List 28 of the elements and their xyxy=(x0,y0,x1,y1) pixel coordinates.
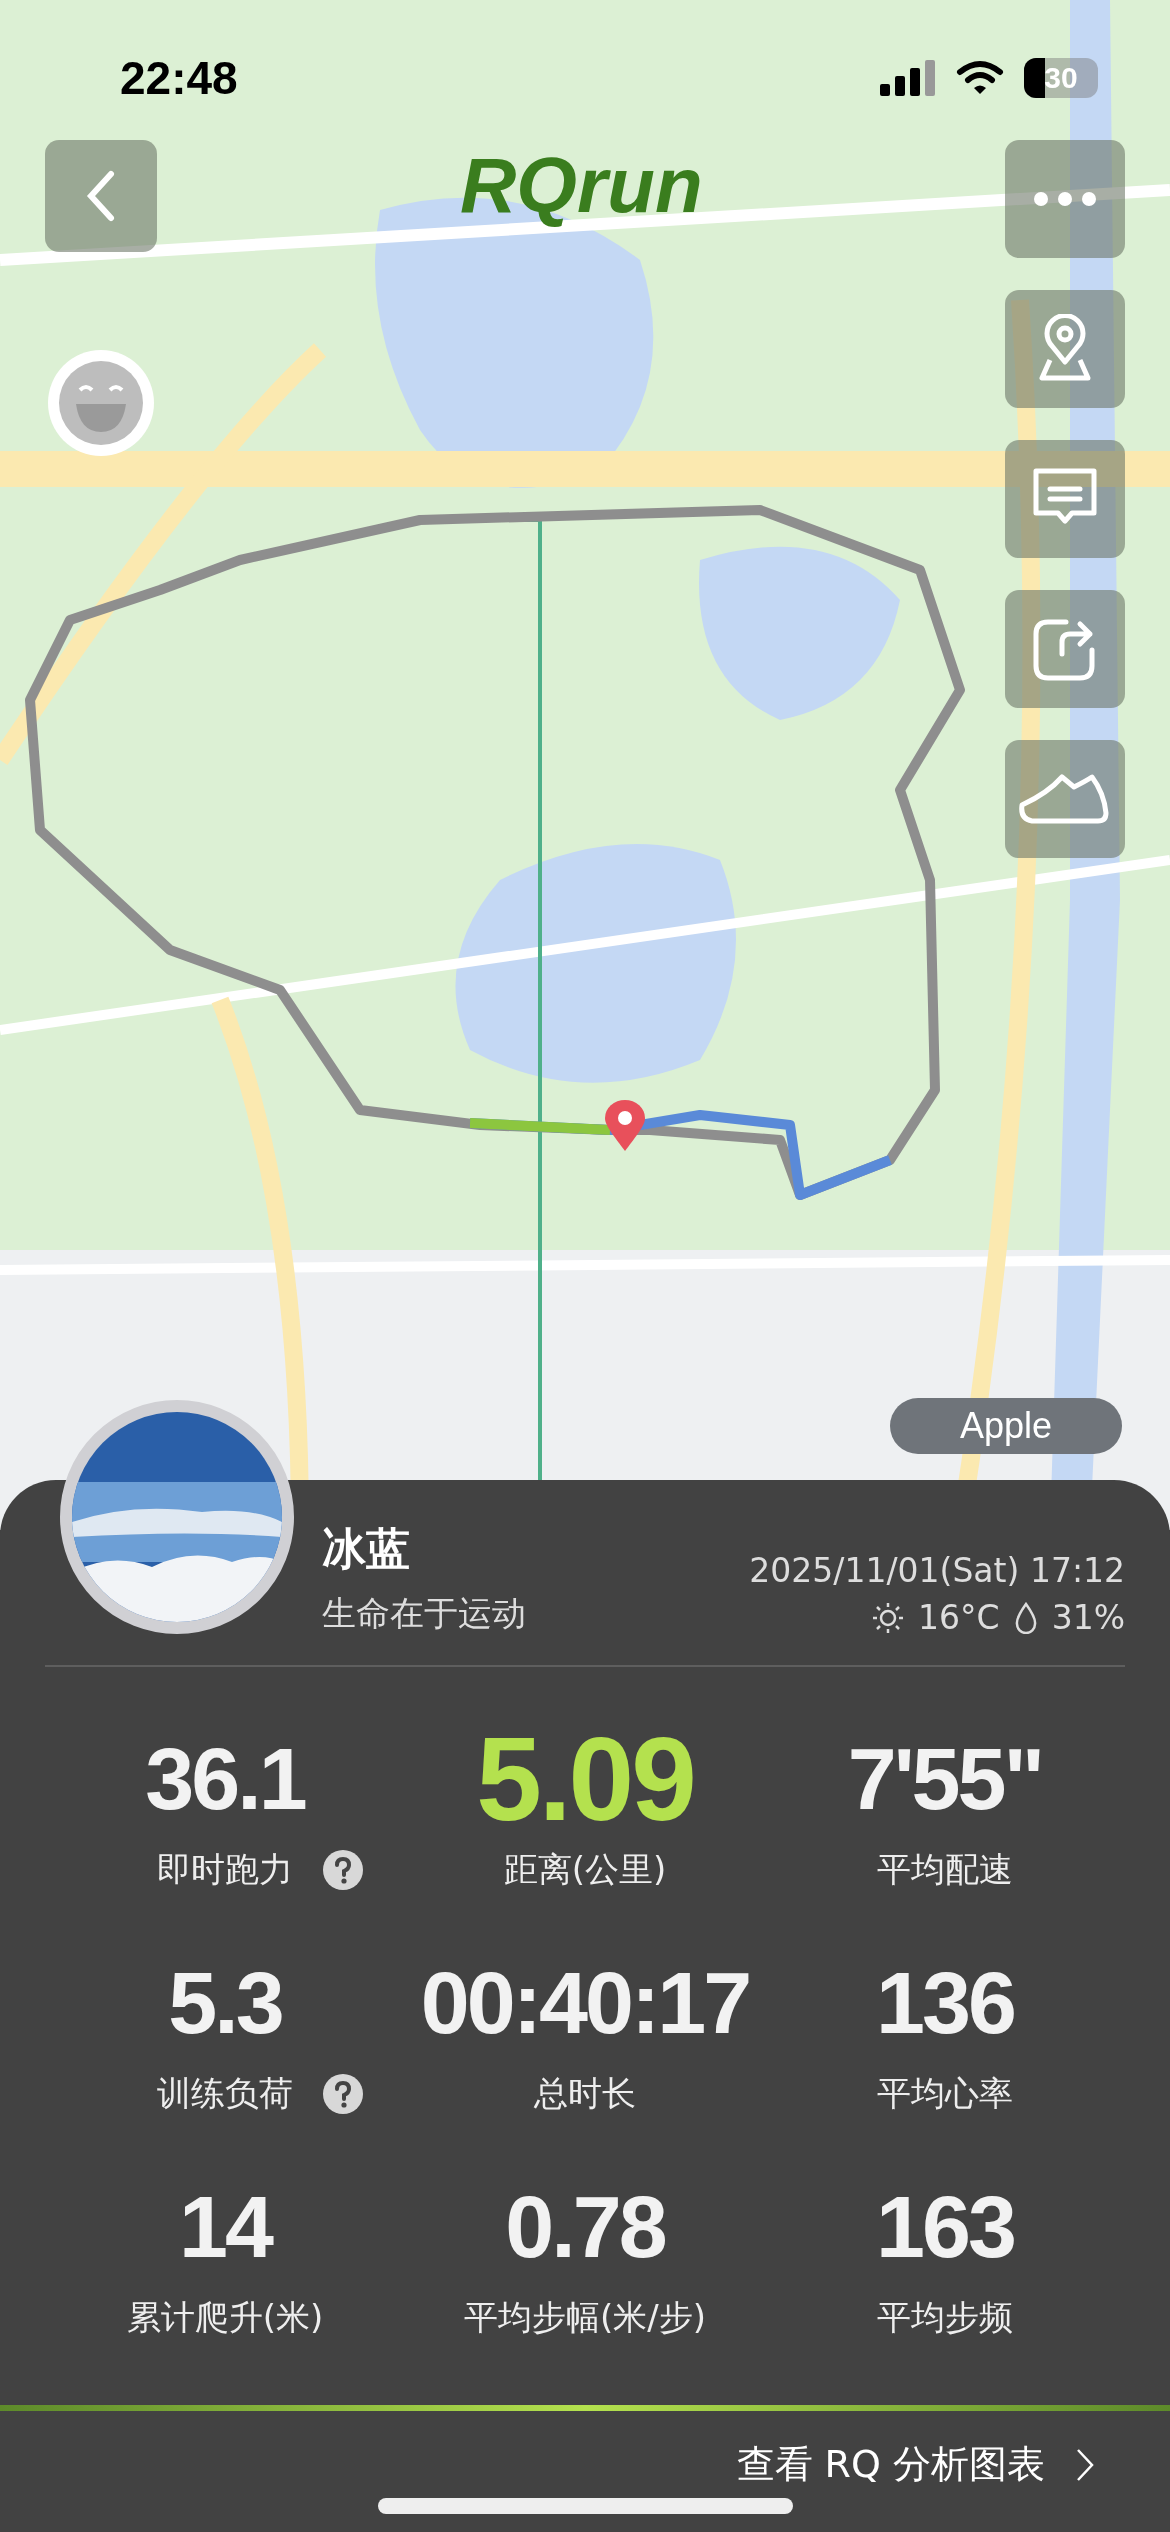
stat-value: 163 xyxy=(876,2177,1014,2277)
stat-value: 14 xyxy=(179,2177,271,2277)
user-motto: 生命在于运动 xyxy=(322,1592,526,1635)
stat-value: 0.78 xyxy=(505,2177,665,2277)
stat-label: 总时长 xyxy=(534,2072,636,2115)
analysis-link[interactable]: 查看 RQ 分析图表 xyxy=(736,2439,1045,2490)
stat-label: 平均心率 xyxy=(877,2072,1013,2115)
stat-label: 平均步幅(米/步) xyxy=(464,2296,706,2339)
stat-value: 00:40:17 xyxy=(420,1953,750,2053)
stat-value: 36.1 xyxy=(145,1729,305,1829)
help-icon[interactable] xyxy=(323,2074,363,2114)
run-datetime: 2025/11/01(Sat) 17:12 xyxy=(749,1551,1125,1590)
stat-value: 5.3 xyxy=(168,1953,282,2053)
help-icon[interactable] xyxy=(323,1850,363,1890)
user-name: 冰蓝 xyxy=(322,1522,411,1576)
sun-icon xyxy=(872,1601,905,1634)
stat-label: 距离(公里) xyxy=(503,1848,667,1891)
stat-label: 训练负荷 xyxy=(157,2072,293,2115)
stat-value: 5.09 xyxy=(476,1729,694,1829)
stat-label: 累计爬升(米) xyxy=(126,2296,324,2339)
stat-label: 平均配速 xyxy=(877,1848,1013,1891)
humidity: 31% xyxy=(1051,1598,1125,1637)
droplet-icon xyxy=(1013,1601,1038,1634)
stat-label: 平均步频 xyxy=(877,2296,1013,2339)
stat-value: 136 xyxy=(876,1953,1014,2053)
stat-label: 即时跑力 xyxy=(157,1848,293,1891)
stat-value: 7'55" xyxy=(847,1729,1043,1829)
temperature: 16°C xyxy=(918,1598,1000,1637)
